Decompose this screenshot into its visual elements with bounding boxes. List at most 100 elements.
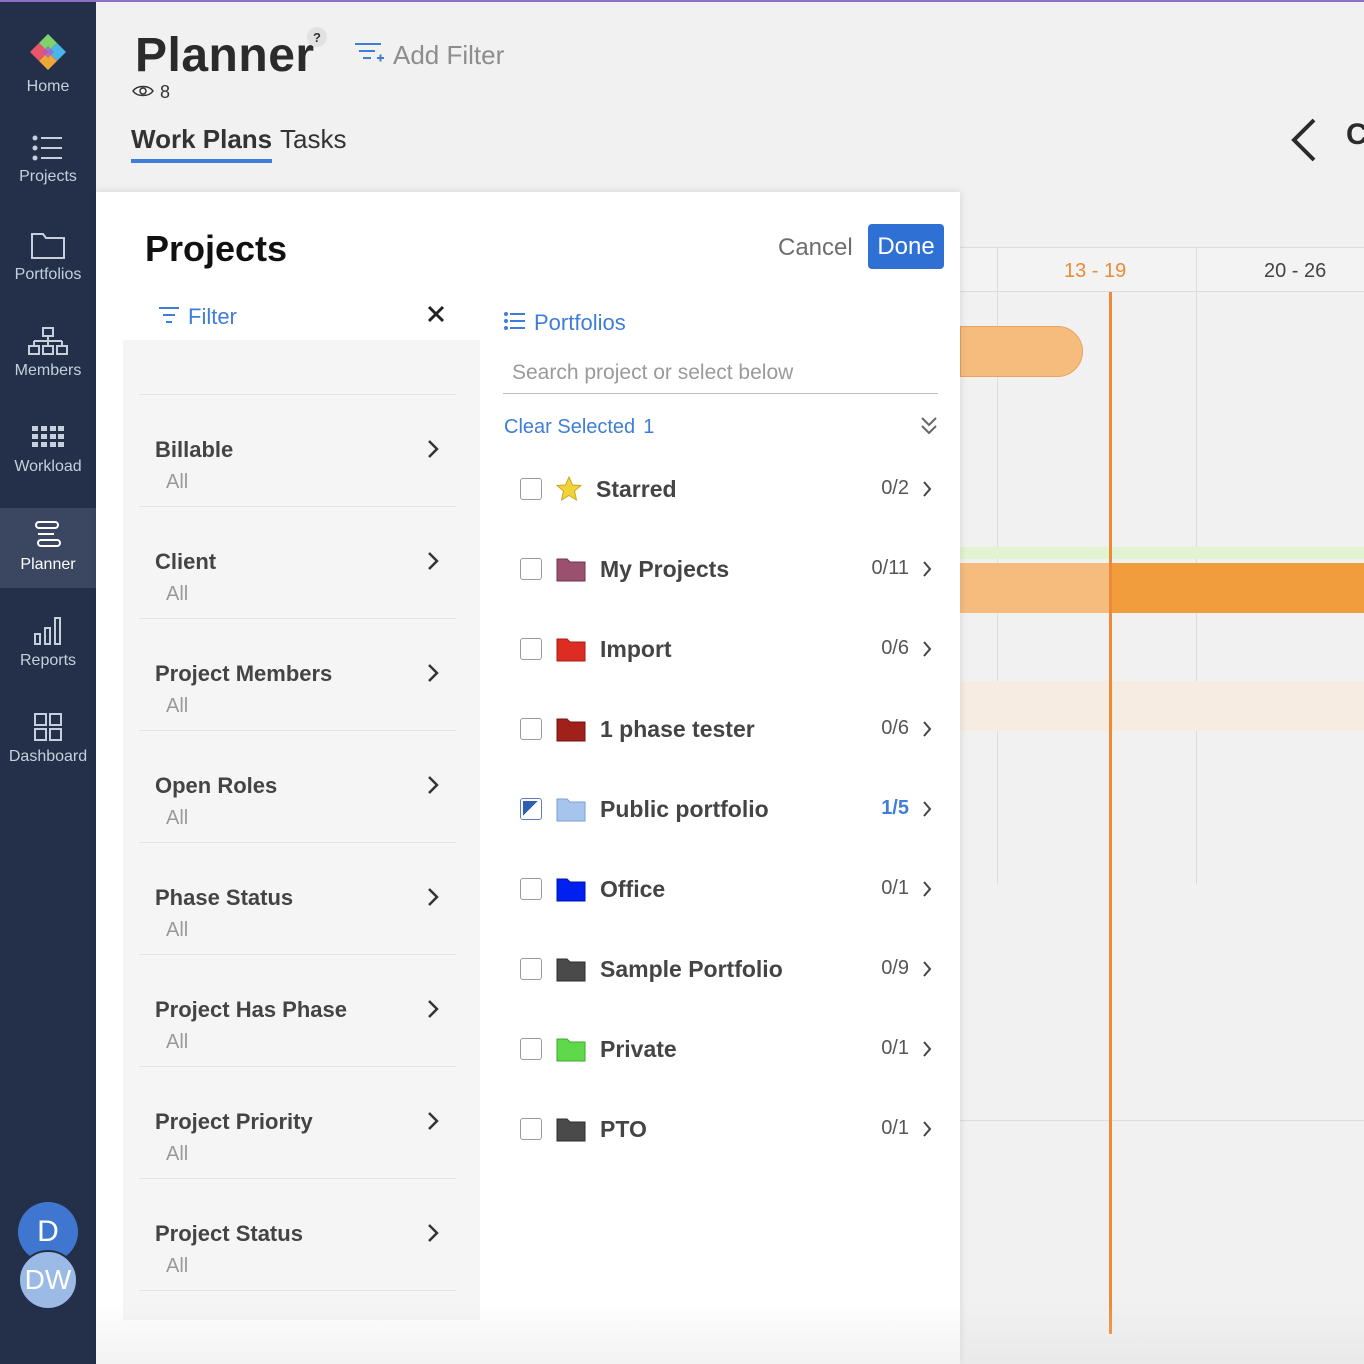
checkbox-partial[interactable] [520, 798, 542, 820]
filter-item-phase-status[interactable]: Phase Status All [139, 843, 456, 955]
cancel-button[interactable]: Cancel [778, 234, 853, 262]
tab-tasks[interactable]: Tasks [280, 124, 346, 155]
portfolio-row-import[interactable]: Import 0/6 [504, 620, 944, 680]
work-plan-bar[interactable] [960, 563, 1110, 613]
chevron-right-icon[interactable] [922, 480, 932, 503]
sidebar-item-home[interactable]: Home [0, 32, 96, 104]
chevron-right-icon[interactable] [922, 800, 932, 823]
add-filter-button[interactable]: Add Filter [353, 40, 504, 71]
eye-icon [132, 82, 160, 103]
portfolio-row-pto[interactable]: PTO 0/1 [504, 1100, 944, 1160]
filter-item-value: All [166, 919, 189, 941]
filter-item-billable[interactable]: Billable All [139, 395, 456, 507]
watchers-count[interactable]: 8 [132, 82, 170, 103]
checkbox[interactable] [520, 878, 542, 900]
filter-item-open-roles[interactable]: Open Roles All [139, 731, 456, 843]
folder-icon [556, 556, 586, 587]
folder-icon [556, 956, 586, 987]
chevron-right-icon[interactable] [922, 640, 932, 663]
org-chart-icon [28, 326, 68, 362]
portfolio-name: Private [600, 1036, 677, 1062]
sidebar-item-members[interactable]: Members [0, 326, 96, 386]
sidebar-item-label: Planner [20, 556, 76, 573]
done-button[interactable]: Done [868, 224, 944, 269]
sidebar-item-label: Home [26, 78, 70, 95]
user-avatar[interactable]: DW [18, 1250, 78, 1310]
collapse-all-icon[interactable] [920, 416, 938, 441]
help-icon[interactable]: ? [307, 27, 327, 47]
chevron-right-icon [427, 551, 439, 576]
chevron-right-icon [427, 999, 439, 1024]
filter-add-icon [353, 40, 393, 71]
checkbox[interactable] [520, 1038, 542, 1060]
filter-header[interactable]: Filter [158, 304, 237, 330]
filter-item-project-has-phase[interactable]: Project Has Phase All [139, 955, 456, 1067]
sidebar-item-dashboard[interactable]: Dashboard [0, 712, 96, 772]
portfolio-count: 0/6 [881, 637, 909, 659]
sidebar-item-label: Workload [14, 458, 82, 475]
sidebar-item-planner[interactable]: Planner [0, 508, 96, 588]
chevron-right-icon[interactable] [922, 1120, 932, 1143]
star-icon [555, 475, 583, 507]
portfolios-header[interactable]: Portfolios [504, 310, 626, 336]
bar-chart-icon [33, 616, 63, 652]
chevron-left-icon[interactable] [1290, 118, 1320, 167]
portfolio-name: Import [600, 636, 672, 662]
checkbox[interactable] [520, 558, 542, 580]
folder-icon [556, 636, 586, 667]
portfolio-row-private[interactable]: Private 0/1 [504, 1020, 944, 1080]
grid-icon [32, 426, 64, 458]
portfolio-row-sample-portfolio[interactable]: Sample Portfolio 0/9 [504, 940, 944, 1000]
filter-item-name: Project Priority [155, 1109, 313, 1134]
chevron-right-icon[interactable] [922, 960, 932, 983]
search-input[interactable] [503, 352, 938, 394]
portfolio-row-1-phase-tester[interactable]: 1 phase tester 0/6 [504, 700, 944, 760]
checkbox[interactable] [520, 478, 542, 500]
work-plan-bar[interactable] [960, 326, 1083, 377]
sidebar-item-reports[interactable]: Reports [0, 616, 96, 672]
checkbox[interactable] [520, 638, 542, 660]
chevron-right-icon[interactable] [922, 880, 932, 903]
filter-label: Filter [188, 304, 237, 329]
planner-icon [34, 520, 62, 556]
tab-work-plans[interactable]: Work Plans [131, 124, 273, 163]
work-plan-bar[interactable] [1110, 563, 1364, 613]
filter-item-name: Client [155, 549, 217, 574]
clear-selected-label: Clear Selected [504, 416, 636, 438]
portfolio-count: 0/1 [881, 877, 909, 899]
portfolio-count: 0/2 [881, 477, 909, 499]
close-icon[interactable] [426, 304, 446, 329]
chevron-right-icon [427, 1223, 439, 1248]
chevron-right-icon[interactable] [922, 720, 932, 743]
modal-title: Projects [145, 228, 288, 269]
sidebar-item-projects[interactable]: Projects [0, 134, 96, 194]
portfolio-row-public-portfolio[interactable]: Public portfolio 1/5 [504, 780, 944, 840]
portfolio-row-office[interactable]: Office 0/1 [504, 860, 944, 920]
sidebar-item-label: Dashboard [8, 748, 88, 765]
chevron-right-icon[interactable] [922, 560, 932, 583]
week-label: 20 - 26 [1264, 260, 1327, 282]
sidebar-item-workload[interactable]: Workload [0, 426, 96, 482]
sidebar-item-label: Reports [19, 652, 77, 669]
portfolio-row-my-projects[interactable]: My Projects 0/11 [504, 540, 944, 600]
filter-item-project-members[interactable]: Project Members All [139, 619, 456, 731]
checkbox[interactable] [520, 1118, 542, 1140]
filter-item-name: Project Members [155, 661, 333, 686]
filter-item-client[interactable]: Client All [139, 507, 456, 619]
filter-item-value: All [166, 1255, 189, 1277]
filter-item-project-priority[interactable]: Project Priority All [139, 1067, 456, 1179]
chevron-right-icon [427, 775, 439, 800]
sidebar-item-portfolios[interactable]: Portfolios [0, 230, 96, 290]
portfolio-row-starred[interactable]: Starred 0/2 [504, 460, 944, 520]
period-label: C [1346, 118, 1364, 151]
filter-item-value: All [166, 695, 189, 717]
filter-item-name: Billable [155, 437, 234, 462]
chevron-right-icon[interactable] [922, 1040, 932, 1063]
filter-item-project-status[interactable]: Project Status All [139, 1179, 456, 1291]
portfolio-count: 0/11 [871, 557, 909, 579]
sidebar-item-label: Members [14, 362, 82, 379]
portfolio-count: 0/1 [881, 1117, 909, 1139]
checkbox[interactable] [520, 958, 542, 980]
checkbox[interactable] [520, 718, 542, 740]
clear-selected-button[interactable]: Clear Selected 1 [504, 416, 654, 439]
